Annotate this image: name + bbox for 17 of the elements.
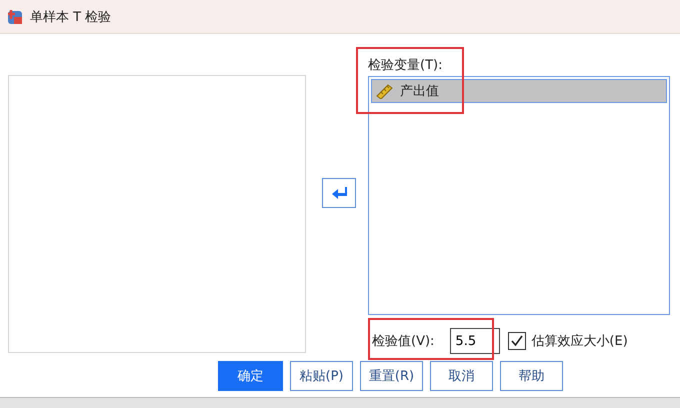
test-variables-label: 检验变量(T): [368, 57, 444, 75]
test-variable-list[interactable]: 产出值 [368, 76, 670, 315]
variable-item[interactable]: 产出值 [371, 79, 667, 103]
dialog-button[interactable]: 取消 [430, 361, 493, 391]
window-title: 单样本 T 检验 [30, 8, 112, 26]
move-button[interactable] [322, 178, 356, 208]
test-value-field[interactable]: 5.5 [450, 328, 500, 354]
dialog-button[interactable]: 重置(R) [360, 361, 423, 391]
ruler-icon [376, 83, 394, 99]
app-icon [6, 8, 24, 26]
back-arrow-icon [331, 186, 347, 200]
dialog-button[interactable]: 帮助 [500, 361, 563, 391]
test-value-label: 检验值(V): [372, 333, 434, 350]
ok-button[interactable]: 确定 [218, 361, 283, 391]
checkbox[interactable] [508, 332, 526, 350]
dialog-button[interactable]: 粘贴(P) [290, 361, 353, 391]
effect-size-label: 估算效应大小(E) [531, 333, 628, 350]
